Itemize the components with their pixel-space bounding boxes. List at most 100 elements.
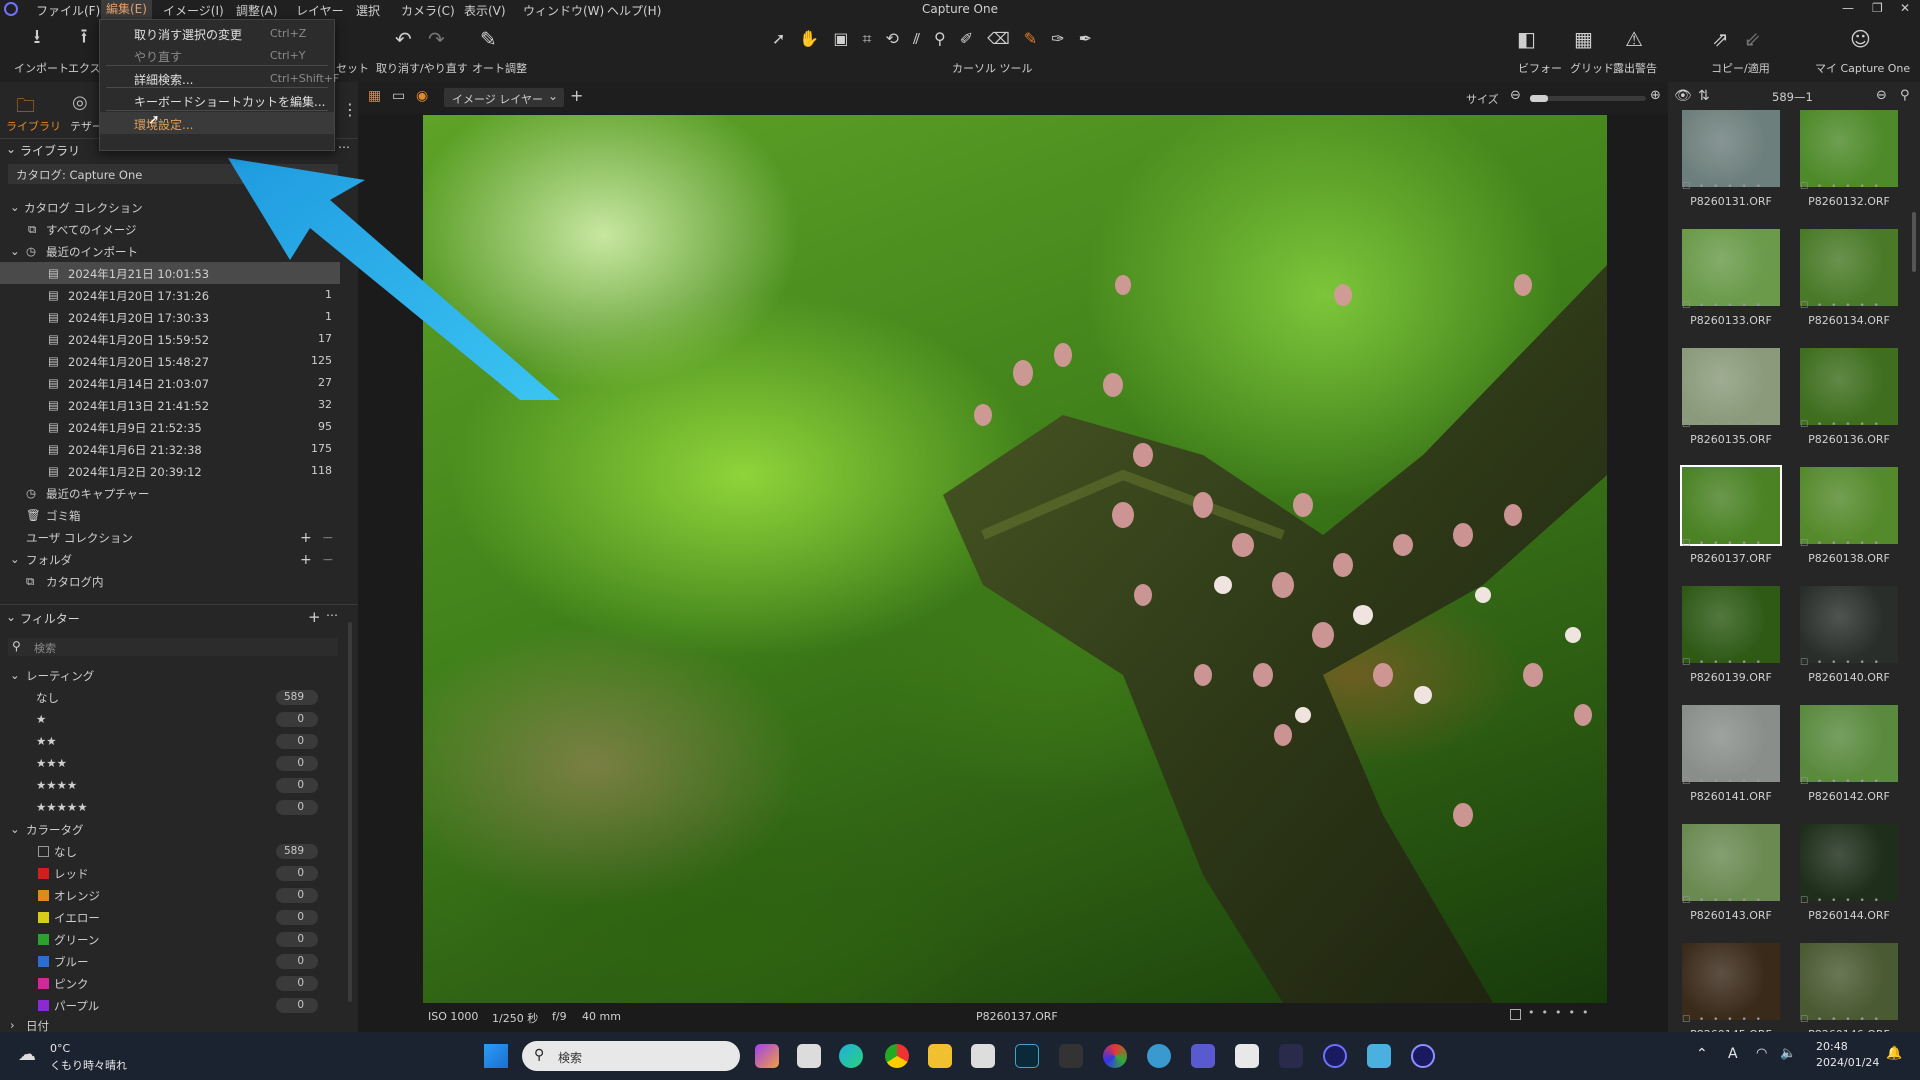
- thumbnail[interactable]: ☐ • • • • • P8260138.ORF: [1800, 467, 1898, 565]
- import-item[interactable]: ▤ 2024年1月6日 21:32:38 175: [0, 438, 340, 460]
- brush-icon[interactable]: ✎: [1024, 29, 1051, 48]
- thumbnail[interactable]: ☐ • • • • • P8260132.ORF: [1800, 110, 1898, 208]
- tether-tab-icon[interactable]: ◎: [72, 92, 88, 113]
- copy-icon[interactable]: ⇗: [1712, 27, 1729, 51]
- in-catalog[interactable]: ⧉ カタログ内: [0, 570, 340, 592]
- sort-icon[interactable]: ⇅: [1698, 88, 1710, 104]
- thumbnail[interactable]: ☐ • • • • •P8260146.ORF: [1800, 943, 1898, 1041]
- auto-adjust-icon[interactable]: ✎: [480, 27, 497, 51]
- thumbnail-rating-dots[interactable]: ☐ • • • • •: [1682, 420, 1780, 430]
- rating-dots[interactable]: •••••: [1528, 1006, 1595, 1019]
- zoom-in-icon[interactable]: ⊕: [1650, 88, 1661, 103]
- start-icon[interactable]: [484, 1044, 508, 1068]
- folders[interactable]: ⌄ フォルダ + −: [0, 548, 340, 570]
- filter-search[interactable]: ⚲ 検索: [8, 638, 338, 656]
- thumbnail-rating-dots[interactable]: ☐ • • • • •: [1682, 896, 1780, 906]
- filters-more-icon[interactable]: ⋯: [326, 608, 338, 622]
- import-item[interactable]: ▤ 2024年1月9日 21:52:35 95: [0, 416, 340, 438]
- rating-filter-item[interactable]: なし 589: [0, 686, 340, 708]
- zoom-out-icon[interactable]: ⊖: [1510, 88, 1521, 103]
- thumbnail-rating-dots[interactable]: ☐ • • • • •: [1800, 182, 1898, 192]
- add-icon[interactable]: +: [300, 530, 312, 546]
- app-icon[interactable]: [755, 1044, 779, 1068]
- thumbnail[interactable]: ☐ • • • • • P8260131.ORF: [1682, 110, 1780, 208]
- browser-scrollbar[interactable]: [1912, 212, 1916, 272]
- rating-filter-item[interactable]: ★★ 0: [0, 730, 340, 752]
- color-tag-filter-item[interactable]: ピンク 0: [0, 972, 340, 994]
- thumbnail[interactable]: ☐ • • • • • P8260139.ORF: [1682, 586, 1780, 684]
- edit-menu-item[interactable]: キーボードショートカットを編集...: [100, 89, 334, 111]
- resolve-icon[interactable]: [1279, 1044, 1303, 1068]
- heal-icon[interactable]: ✐: [960, 29, 987, 48]
- thumbnail[interactable]: ☐ • • • • • P8260144.ORF: [1800, 824, 1898, 922]
- notification-icon[interactable]: 🔔: [1886, 1046, 1902, 1061]
- browser-zoom-icon[interactable]: ⊖: [1876, 88, 1887, 103]
- kindle-icon[interactable]: [1059, 1044, 1083, 1068]
- thumbnail-rating-dots[interactable]: ☐ • • • • •: [1682, 1015, 1780, 1025]
- account-icon[interactable]: ☺: [1850, 27, 1871, 51]
- undo-icon[interactable]: ↶: [395, 27, 412, 51]
- thumbnail[interactable]: ☐ • • • • •P8260145.ORF: [1682, 943, 1780, 1041]
- tab-library[interactable]: ライブラリ: [6, 118, 61, 134]
- add-layer-icon[interactable]: +: [570, 86, 583, 105]
- import-item[interactable]: ▤ 2024年1月2日 20:39:12 118: [0, 460, 340, 482]
- clock-date[interactable]: 2024/01/24: [1816, 1056, 1879, 1069]
- clock-time[interactable]: 20:48: [1816, 1040, 1848, 1053]
- left-scrollbar[interactable]: [348, 622, 352, 1002]
- volume-icon[interactable]: 🔈: [1780, 1046, 1796, 1061]
- store-icon[interactable]: [971, 1044, 995, 1068]
- edge-icon[interactable]: [839, 1044, 863, 1068]
- color-tag-filter-item[interactable]: パープル 0: [0, 994, 340, 1016]
- ime-icon[interactable]: A: [1728, 1046, 1738, 1062]
- chevron-down-icon[interactable]: ⌄: [6, 142, 16, 156]
- thumbnail-rating-dots[interactable]: ☐ • • • • •: [1800, 539, 1898, 549]
- keystone-icon[interactable]: ⫽: [913, 29, 934, 48]
- notepad-icon[interactable]: [1367, 1044, 1391, 1068]
- thumbnail-rating-dots[interactable]: ☐ • • • • •: [1800, 1015, 1898, 1025]
- color-tag-section[interactable]: ⌄ カラータグ: [0, 818, 340, 840]
- color-tag-filter-item[interactable]: オレンジ 0: [0, 884, 340, 906]
- grid-view-icon[interactable]: ▦: [368, 88, 381, 104]
- color-tag-filter-item[interactable]: レッド 0: [0, 862, 340, 884]
- crop-icon[interactable]: ⌗: [862, 29, 885, 48]
- thumbnail[interactable]: ☐ • • • • • P8260143.ORF: [1682, 824, 1780, 922]
- thumbnail[interactable]: ☐ • • • • • P8260133.ORF: [1682, 229, 1780, 327]
- thumbnail[interactable]: ☐ • • • • • P8260135.ORF: [1682, 348, 1780, 446]
- rating-filter-item[interactable]: ★★★★★ 0: [0, 796, 340, 818]
- edit-menu-item[interactable]: 取り消す選択の変更 Ctrl+Z: [100, 22, 334, 44]
- chevron-up-icon[interactable]: ⌃: [1696, 1046, 1708, 1062]
- exposure-warning-icon[interactable]: ⚠: [1625, 27, 1643, 51]
- single-view-icon[interactable]: ▭: [392, 88, 405, 104]
- search-icon[interactable]: ⚲: [1900, 88, 1910, 103]
- close-icon[interactable]: ✕: [1900, 1, 1910, 15]
- thumbnail[interactable]: ☐ • • • • • P8260134.ORF: [1800, 229, 1898, 327]
- task-view-icon[interactable]: [797, 1044, 821, 1068]
- restore-icon[interactable]: ❐: [1872, 1, 1883, 15]
- thumbnail-rating-dots[interactable]: ☐ • • • • •: [1682, 182, 1780, 192]
- lightroom-icon[interactable]: [1015, 1044, 1039, 1068]
- loupe-icon[interactable]: ▣: [833, 29, 862, 48]
- globe-icon[interactable]: [1147, 1044, 1171, 1068]
- import-button[interactable]: ⭳ インポート: [14, 19, 69, 82]
- size-slider-knob[interactable]: [1530, 95, 1548, 102]
- thumbnail-rating-dots[interactable]: ☐ • • • • •: [1682, 539, 1780, 549]
- rating-filter-item[interactable]: ★ 0: [0, 708, 340, 730]
- grid-icon[interactable]: ▦: [1574, 27, 1593, 51]
- thumbnail[interactable]: ☐ • • • • • P8260141.ORF: [1682, 705, 1780, 803]
- explorer-icon[interactable]: [928, 1044, 952, 1068]
- export-button[interactable]: ⭱ エクス: [68, 19, 101, 82]
- thumbnail-rating-dots[interactable]: ☐ • • • • •: [1800, 777, 1898, 787]
- gradient-icon[interactable]: ✑: [1051, 29, 1078, 48]
- select-cursor-icon[interactable]: ➚: [772, 29, 799, 48]
- rating-filter-item[interactable]: ★★★★ 0: [0, 774, 340, 796]
- thumbnail-rating-dots[interactable]: ☐ • • • • •: [1682, 301, 1780, 311]
- thumbnail-rating-dots[interactable]: ☐ • • • • •: [1682, 777, 1780, 787]
- edit-menu-item[interactable]: やり直す Ctrl+Y: [100, 44, 334, 66]
- filters-title[interactable]: フィルター: [20, 610, 80, 627]
- thumbnail[interactable]: ☐ • • • • • P8260137.ORF: [1680, 465, 1782, 565]
- chrome-icon[interactable]: [885, 1044, 909, 1068]
- erase-icon[interactable]: ⌫: [987, 29, 1024, 48]
- layer-select[interactable]: イメージ レイヤー ⌄: [444, 88, 564, 107]
- rating-filter-item[interactable]: ★★★ 0: [0, 752, 340, 774]
- color-tag-filter-item[interactable]: なし 589: [0, 840, 340, 862]
